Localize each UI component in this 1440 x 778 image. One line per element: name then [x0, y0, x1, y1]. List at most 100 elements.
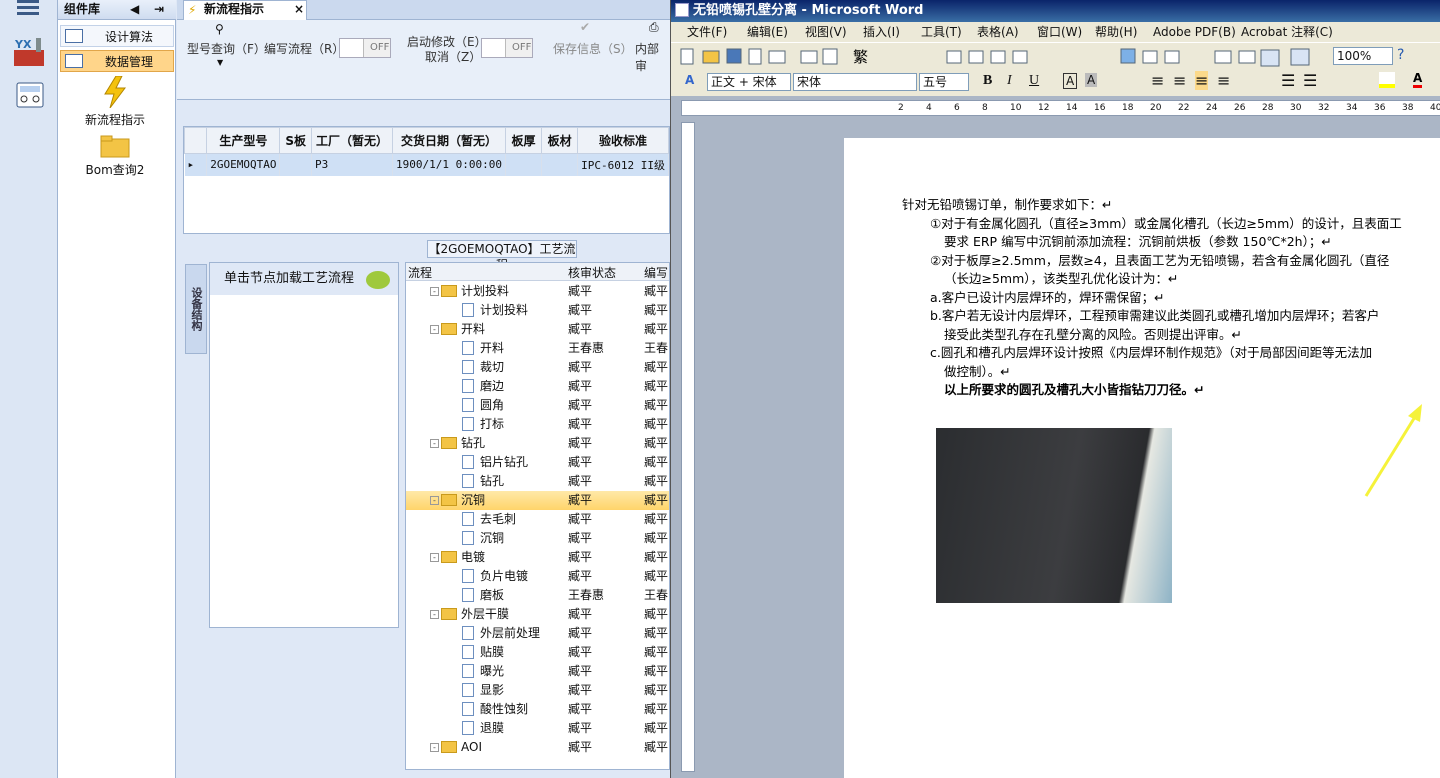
document-line[interactable]: 针对无铅喷锡订单，制作要求如下：↵	[902, 196, 1440, 215]
font-color-icon[interactable]: A	[1413, 71, 1423, 88]
char-border-icon[interactable]: A	[1063, 73, 1078, 89]
zoom-select[interactable]: 100%	[1333, 47, 1393, 65]
tree-node[interactable]: - 开料	[430, 320, 485, 339]
col-header[interactable]: 交货日期（暂无）	[392, 127, 506, 154]
tree-row[interactable]: 铝片钻孔 臧平 臧平	[406, 453, 669, 472]
tree-row[interactable]: 裁切 臧平 臧平	[406, 358, 669, 377]
bullets-icon[interactable]: ☰	[1303, 71, 1317, 90]
align-left-icon[interactable]: ≡	[1151, 71, 1164, 90]
tree-row[interactable]: 负片电镀 臧平 臧平	[406, 567, 669, 586]
edit-flow-button[interactable]: 编写流程（R）	[264, 40, 344, 57]
tree-node[interactable]: 计划投料	[462, 301, 528, 320]
document-page[interactable]: 针对无铅喷锡订单，制作要求如下：↵ ①对于有金属化圆孔（直径≥3mm）或金属化槽孔…	[844, 138, 1440, 778]
save-info-button[interactable]: 保存信息（S）	[553, 40, 633, 57]
table-row[interactable]: ▸ 2GOEMOQTAO P3 1900/1/1 0:00:00 IPC-601…	[184, 153, 669, 176]
tree-node[interactable]: 去毛刺	[462, 510, 516, 529]
bold-icon[interactable]: B	[983, 73, 992, 89]
tree-row[interactable]: - AOI 臧平 臧平	[406, 738, 669, 757]
col-header[interactable]: S板	[279, 127, 313, 154]
chevron-left-icon[interactable]: ◀	[130, 0, 139, 18]
tree-node[interactable]: 沉铜	[462, 529, 504, 548]
tree-node[interactable]: 显影	[462, 681, 504, 700]
tree-node[interactable]: - 沉铜	[430, 491, 485, 510]
lib-item-design-algorithm[interactable]: 设计算法	[60, 25, 174, 47]
dock-icon[interactable]: ⇥	[154, 0, 164, 18]
document-line[interactable]: ②对于板厚≥2.5mm，层数≥4，且表面工艺为无铅喷锡，若含有金属化圆孔（直径	[930, 252, 1440, 271]
document-body[interactable]: 针对无铅喷锡订单，制作要求如下：↵ ①对于有金属化圆孔（直径≥3mm）或金属化槽孔…	[902, 196, 1440, 400]
collapse-icon[interactable]: -	[430, 496, 439, 505]
tree-node[interactable]: 钻孔	[462, 472, 504, 491]
highlight-icon[interactable]	[1379, 72, 1395, 88]
tree-node[interactable]: 开料	[462, 339, 504, 358]
word-menu-item[interactable]: 表格(A)	[977, 22, 1019, 42]
cell[interactable]: 2GOEMOQTAO	[206, 153, 281, 176]
tree-row[interactable]: 沉铜 臧平 臧平	[406, 529, 669, 548]
tree-row[interactable]: 磨边 臧平 臧平	[406, 377, 669, 396]
side-tab-equipment[interactable]: 设备结构	[185, 264, 207, 354]
bom-query-shortcut[interactable]: Bom查询2	[58, 134, 172, 178]
align-center-icon[interactable]: ≡	[1173, 71, 1186, 90]
document-line[interactable]: a.客户已设计内层焊环的，焊环需保留；↵	[930, 289, 1440, 308]
internal-review-button[interactable]: 内部审	[635, 40, 670, 74]
close-icon[interactable]: ×	[294, 1, 304, 17]
menu-icon[interactable]	[17, 0, 39, 15]
tree-row[interactable]: 酸性蚀刻 臧平 臧平	[406, 700, 669, 719]
tree-row[interactable]: - 钻孔 臧平 臧平	[406, 434, 669, 453]
col-header[interactable]: 板材	[541, 127, 579, 154]
collapse-icon[interactable]: -	[430, 287, 439, 296]
new-flow-shortcut[interactable]: 新流程指示	[58, 75, 172, 128]
tree-node[interactable]: 退膜	[462, 719, 504, 738]
col-header[interactable]: 工厂（暂无）	[311, 127, 394, 154]
word-menu-item[interactable]: 编辑(E)	[747, 22, 788, 42]
factory-logo-icon[interactable]: YX	[12, 34, 46, 68]
word-menu-item[interactable]: 视图(V)	[805, 22, 847, 42]
tree-row[interactable]: - 沉铜 臧平 臧平	[406, 491, 669, 510]
tree-row[interactable]: 去毛刺 臧平 臧平	[406, 510, 669, 529]
font-size-select[interactable]: 五号	[919, 73, 969, 91]
tree-node[interactable]: - 计划投料	[430, 282, 509, 301]
word-menu-item[interactable]: 文件(F)	[687, 22, 727, 42]
collapse-icon[interactable]: -	[430, 553, 439, 562]
document-line[interactable]: （长边≥5mm），该类型孔优化设计为：↵	[944, 270, 1440, 289]
collapse-icon[interactable]: -	[430, 610, 439, 619]
tree-node[interactable]: - 电镀	[430, 548, 485, 567]
distributed-icon[interactable]: ≡	[1217, 71, 1230, 90]
tree-node[interactable]: 铝片钻孔	[462, 453, 528, 472]
horizontal-ruler[interactable]: 2 4 6 8 10 12 14 16 18 20 22 24 26 28 30 32 34 36 38 40	[681, 100, 1440, 116]
word-menu-item[interactable]: 窗口(W)	[1037, 22, 1082, 42]
tree-row[interactable]: 外层前处理 臧平 臧平	[406, 624, 669, 643]
document-line[interactable]: ①对于有金属化圆孔（直径≥3mm）或金属化槽孔（长边≥5mm）的设计，且表面工	[930, 215, 1440, 234]
italic-icon[interactable]: I	[1007, 73, 1012, 89]
font-select[interactable]: 宋体	[793, 73, 917, 91]
document-line[interactable]: 以上所要求的圆孔及槽孔大小皆指钻刀刀径。↵	[944, 381, 1440, 400]
cell[interactable]	[279, 153, 313, 176]
tree-row[interactable]: 退膜 臧平 臧平	[406, 719, 669, 738]
tree-row[interactable]: - 外层干膜 臧平 臧平	[406, 605, 669, 624]
modify-toggle[interactable]: OFF	[481, 38, 533, 58]
tree-node[interactable]: - 钻孔	[430, 434, 485, 453]
word-menu-item[interactable]: 帮助(H)	[1095, 22, 1137, 42]
tab-new-flow[interactable]: ⚡ 新流程指示 ×	[183, 0, 307, 20]
tree-row[interactable]: 圆角 臧平 臧平	[406, 396, 669, 415]
document-line[interactable]: c.圆孔和槽孔内层焊环设计按照《内层焊环制作规范》（对于局部因间距等无法加	[930, 344, 1440, 363]
chevron-down-icon[interactable]: ▼	[217, 58, 223, 67]
tree-node[interactable]: 磨板	[462, 586, 504, 605]
word-menu-item[interactable]: Acrobat 注释(C)	[1241, 22, 1333, 42]
calculator-icon[interactable]	[16, 82, 44, 108]
collapse-icon[interactable]: -	[430, 439, 439, 448]
tree-node[interactable]: - AOI	[430, 738, 482, 757]
numbering-icon[interactable]: ☰	[1281, 71, 1295, 90]
tree-row[interactable]: 磨板 王春惠 王春	[406, 586, 669, 605]
tree-node[interactable]: 裁切	[462, 358, 504, 377]
tree-col-flow[interactable]: 流程	[408, 264, 432, 281]
document-line[interactable]: b.客户若无设计内层焊环，工程预审需建议此类圆孔或槽孔增加内层焊环；若客户	[930, 307, 1440, 326]
tree-col-status[interactable]: 核审状态	[568, 264, 616, 281]
tree-col-editor[interactable]: 编写	[644, 264, 668, 281]
cell[interactable]	[505, 153, 543, 176]
tree-node[interactable]: 贴膜	[462, 643, 504, 662]
help-icon[interactable]: ?	[1397, 47, 1404, 63]
collapse-icon[interactable]: -	[430, 325, 439, 334]
document-line[interactable]: 要求 ERP 编写中沉铜前添加流程：沉铜前烘板（参数 150℃*2h）；↵	[944, 233, 1440, 252]
col-header[interactable]: 验收标准	[577, 127, 669, 154]
tree-node[interactable]: 曝光	[462, 662, 504, 681]
